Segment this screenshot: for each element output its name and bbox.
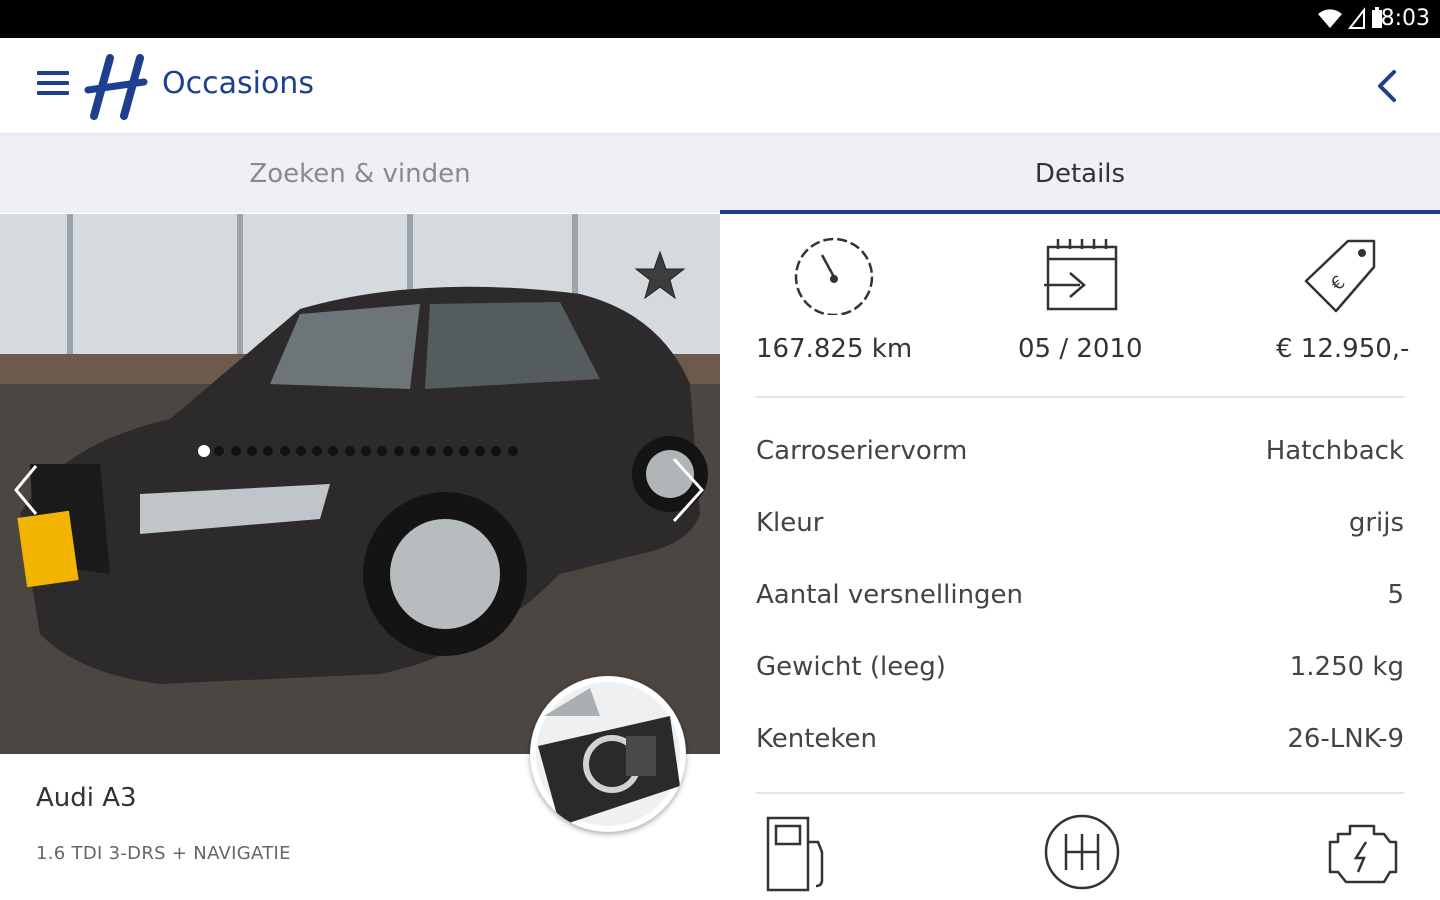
tab-indicator bbox=[720, 210, 1440, 214]
spec-label: Aantal versnellingen bbox=[756, 580, 1024, 610]
wifi-icon bbox=[1318, 9, 1342, 28]
date-stat bbox=[962, 235, 1202, 319]
interior-thumbnail[interactable] bbox=[530, 676, 686, 832]
carousel-dot[interactable] bbox=[230, 446, 241, 456]
status-time: 8:03 bbox=[1380, 6, 1430, 31]
divider bbox=[756, 396, 1404, 398]
carousel-dot[interactable] bbox=[344, 446, 355, 456]
car-photo[interactable] bbox=[0, 214, 720, 754]
tab-details[interactable]: Details bbox=[720, 135, 1440, 213]
carousel-dot[interactable] bbox=[442, 446, 453, 456]
car-variant: 1.6 TDI 3-DRS + NAVIGATIE bbox=[36, 843, 291, 864]
speedometer-icon bbox=[794, 237, 874, 317]
spec-row: Carroseriervorm Hatchback bbox=[756, 436, 1404, 476]
chevron-left-icon[interactable] bbox=[1370, 68, 1406, 104]
carousel-dot[interactable] bbox=[409, 446, 420, 456]
star-icon[interactable] bbox=[634, 250, 686, 302]
car-name: Audi A3 bbox=[36, 783, 137, 813]
engine-icon bbox=[1328, 824, 1398, 884]
divider bbox=[756, 792, 1404, 794]
tab-zoeken[interactable]: Zoeken & vinden bbox=[0, 135, 720, 213]
price-value: € 12.950,- bbox=[1276, 334, 1410, 364]
spec-row: Kleur grijs bbox=[756, 508, 1404, 548]
spec-row: Kenteken 26-LNK-9 bbox=[756, 724, 1404, 764]
spec-value: Hatchback bbox=[1265, 436, 1404, 466]
carousel-dot[interactable] bbox=[361, 446, 371, 456]
carousel-dot[interactable] bbox=[393, 446, 404, 456]
carousel-dot[interactable] bbox=[279, 446, 290, 456]
spec-row: Aantal versnellingen 5 bbox=[756, 580, 1404, 620]
spec-value: 5 bbox=[1387, 580, 1404, 610]
price-stat: € bbox=[1220, 235, 1440, 323]
carousel-dot[interactable] bbox=[507, 446, 518, 456]
date-value: 05 / 2010 bbox=[1018, 334, 1143, 364]
status-bar: 8:03 bbox=[0, 0, 1440, 38]
spec-value: 26-LNK-9 bbox=[1287, 724, 1404, 754]
chevron-left-icon[interactable] bbox=[10, 462, 40, 518]
calendar-icon bbox=[1044, 239, 1118, 311]
carousel-dot[interactable] bbox=[198, 445, 210, 457]
spec-label: Kenteken bbox=[756, 724, 878, 754]
spec-row: Gewicht (leeg) 1.250 kg bbox=[756, 652, 1404, 692]
spec-value: grijs bbox=[1348, 508, 1404, 538]
tab-bar: Zoeken & vinden Details bbox=[0, 135, 1440, 213]
interior-photo bbox=[536, 682, 680, 826]
signal-icon bbox=[1348, 7, 1365, 29]
mileage-value: 167.825 km bbox=[756, 334, 913, 364]
gear-shift-icon bbox=[1044, 814, 1120, 890]
carousel-dot[interactable] bbox=[295, 446, 306, 456]
carousel-dot[interactable] bbox=[458, 446, 469, 456]
fuel-pump-icon bbox=[766, 816, 824, 892]
carousel-dot[interactable] bbox=[246, 446, 257, 456]
app-bar: Occasions bbox=[0, 38, 1440, 135]
menu-button[interactable] bbox=[33, 67, 73, 101]
price-tag-icon: € bbox=[1304, 239, 1376, 313]
car-photo-illustration bbox=[0, 214, 720, 754]
mileage-stat bbox=[714, 235, 954, 319]
spec-label: Kleur bbox=[756, 508, 824, 538]
spec-label: Gewicht (leeg) bbox=[756, 652, 946, 682]
svg-text:€: € bbox=[1327, 272, 1349, 295]
spec-label: Carroseriervorm bbox=[756, 436, 968, 466]
chevron-right-icon[interactable] bbox=[668, 455, 708, 525]
brand-logo bbox=[84, 54, 148, 120]
app-title: Occasions bbox=[162, 66, 314, 101]
spec-value: 1.250 kg bbox=[1289, 652, 1404, 682]
